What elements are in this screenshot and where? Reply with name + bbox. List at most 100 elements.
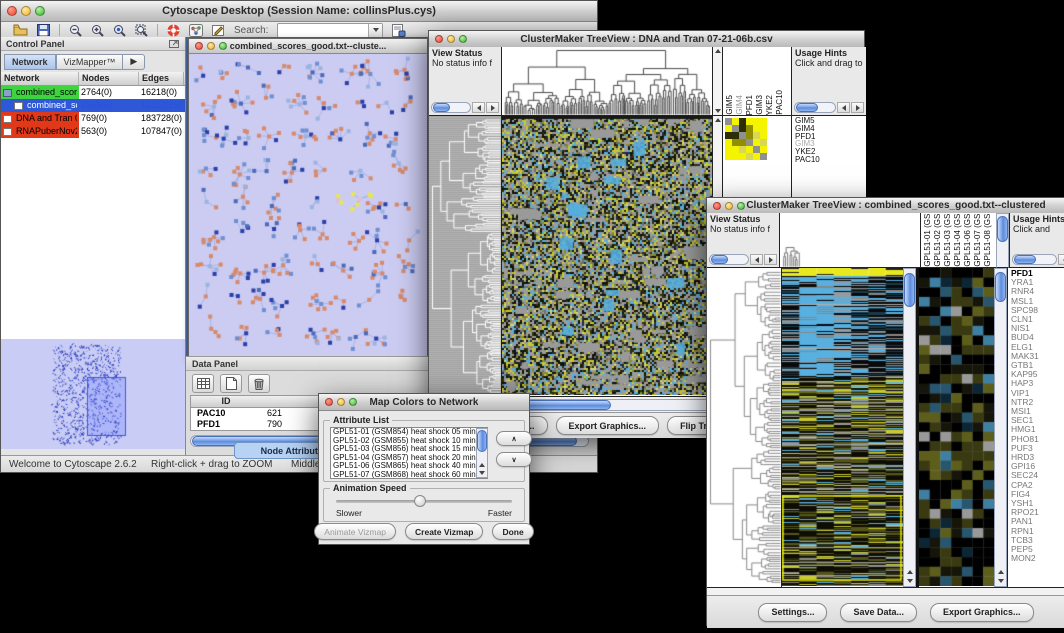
attribute-list-scrollbar[interactable] <box>476 428 488 478</box>
usage-hints-scrollbar[interactable] <box>794 102 864 113</box>
advanced-search-icon[interactable] <box>392 24 406 37</box>
tv2-labels-scrollbar[interactable] <box>996 213 1009 268</box>
network-row[interactable]: combined_sco 2569(6) 13112(15) <box>1 99 185 112</box>
treeview-button[interactable]: Save Data... <box>840 603 917 622</box>
search-dropdown[interactable] <box>368 24 382 37</box>
new-document-icon[interactable] <box>220 374 242 393</box>
network-file-icon <box>14 102 23 110</box>
scrollbar-thumb[interactable] <box>995 272 1006 302</box>
move-up-button[interactable]: ∧ <box>496 431 532 446</box>
annotation-icon[interactable] <box>212 24 225 37</box>
usage-hints-title: Usage Hints <box>795 48 863 58</box>
view-status-scrollbar[interactable] <box>431 102 499 113</box>
treeview2-titlebar[interactable]: ClusterMaker TreeView : combined_scores_… <box>707 198 1064 214</box>
tv1-row-dendrogram[interactable] <box>429 116 502 396</box>
attribute-table-icon[interactable] <box>192 374 214 393</box>
view-status-title: View Status <box>432 48 498 58</box>
close-button[interactable] <box>713 202 721 210</box>
tv2-row-dendrogram[interactable] <box>707 268 782 587</box>
tv2-column-dendrogram[interactable] <box>780 213 921 268</box>
correlation-matrix[interactable] <box>725 118 791 160</box>
treeview-button[interactable]: Export Graphics... <box>556 416 660 435</box>
treeview-button[interactable]: Settings... <box>758 603 827 622</box>
open-file-icon[interactable] <box>13 24 28 36</box>
float-panel-icon[interactable] <box>169 39 180 48</box>
tv2-heatmap-vscrollbar[interactable] <box>903 268 916 587</box>
main-titlebar[interactable]: Cytoscape Desktop (Session Name: collins… <box>1 1 597 22</box>
animation-speed-group: Animation Speed Slower Faster <box>323 488 525 522</box>
minimize-button[interactable] <box>21 6 31 16</box>
close-button[interactable] <box>435 35 443 43</box>
network-row[interactable]: combined_scores 2764(0) 16218(0) <box>1 86 185 99</box>
tv2-view-status-panel: View StatusNo status info f <box>707 213 780 268</box>
tab[interactable]: Network <box>4 54 56 70</box>
control-panel: Control Panel NetworkVizMapper™▶ Network… <box>1 37 186 456</box>
scrollbar-thumb[interactable] <box>904 273 915 307</box>
overview-canvas[interactable] <box>1 339 185 449</box>
dialog-titlebar[interactable]: Map Colors to Network <box>319 394 529 411</box>
zoom-selected-icon[interactable] <box>113 24 126 37</box>
minimize-button[interactable] <box>337 398 345 406</box>
attribute-list[interactable]: GPL51-01 (GSM854) heat shock 05 minGPL51… <box>330 427 488 479</box>
zoom-button[interactable] <box>459 35 467 43</box>
treeview1-titlebar[interactable]: ClusterMaker TreeView : DNA and Tran 07-… <box>429 31 864 48</box>
map-colors-icon[interactable] <box>189 24 203 37</box>
slider-thumb[interactable] <box>414 495 426 507</box>
minimize-button[interactable] <box>207 42 215 50</box>
tv1-column-dendrogram[interactable] <box>502 47 713 116</box>
column-label: GPL51-03 (GSM856) <box>943 213 953 267</box>
close-button[interactable] <box>325 398 333 406</box>
network-view-1-title: combined_scores_good.txt--cluste... <box>230 41 387 51</box>
tv1-column-scroll-strip[interactable] <box>713 47 723 116</box>
zoom-button[interactable] <box>737 202 745 210</box>
network-table-header[interactable]: Network Nodes Edges <box>1 72 185 86</box>
search-input[interactable] <box>277 23 383 38</box>
network-row[interactable]: DNA and Tran 07 769(0) 183728(0) <box>1 112 185 125</box>
dialog-button[interactable]: Done <box>492 523 533 540</box>
close-button[interactable] <box>195 42 203 50</box>
network-row[interactable]: RNAPuberNov2+ 563(0) 107847(0) <box>1 125 185 138</box>
scrollbar-thumb[interactable] <box>997 216 1008 242</box>
tv1-view-status-panel: View StatusNo status info f <box>429 47 502 116</box>
animation-speed-slider[interactable] <box>336 500 512 503</box>
tab[interactable]: ▶ <box>123 54 145 70</box>
tv2-zoom-vscrollbar[interactable] <box>994 268 1007 587</box>
network-view-1-titlebar[interactable]: combined_scores_good.txt--cluste... <box>189 39 427 54</box>
trash-icon[interactable] <box>248 374 270 393</box>
zoom-button[interactable] <box>35 6 45 16</box>
gene-label[interactable]: PAC10 <box>795 156 866 164</box>
treeview1-title: ClusterMaker TreeView : DNA and Tran 07-… <box>520 34 772 45</box>
faster-label: Faster <box>488 508 512 518</box>
zoom-in-icon[interactable] <box>91 24 104 37</box>
network-file-icon <box>3 115 12 123</box>
zoom-button[interactable] <box>219 42 227 50</box>
minimize-button[interactable] <box>447 35 455 43</box>
dialog-button[interactable]: Create Vizmap <box>405 523 483 540</box>
tab[interactable]: VizMapper™ <box>56 54 124 70</box>
tv2-zoom-heatmap[interactable] <box>919 268 994 587</box>
control-panel-header: Control Panel <box>1 37 185 51</box>
column-label: GPL51-07 (GSM868) <box>973 213 983 267</box>
tv2-heatmap[interactable] <box>782 268 903 587</box>
view-status-scrollbar[interactable] <box>709 254 777 265</box>
save-icon[interactable] <box>37 24 50 36</box>
treeview-button[interactable]: Export Graphics... <box>930 603 1034 622</box>
network-view-1-canvas[interactable] <box>189 54 425 358</box>
minimize-button[interactable] <box>725 202 733 210</box>
network-overview-panel[interactable] <box>1 339 185 449</box>
zoom-button[interactable] <box>349 398 357 406</box>
tv2-usage-hints-panel: Usage HintsClick and <box>1009 213 1064 268</box>
usage-hints-text: Click and <box>1013 224 1050 234</box>
gene-label[interactable]: MON2 <box>1011 554 1064 563</box>
dialog-button[interactable]: Animate Vizmap <box>314 523 396 540</box>
move-down-button[interactable]: ∨ <box>496 452 532 467</box>
control-panel-title: Control Panel <box>6 39 65 49</box>
usage-hints-scrollbar[interactable] <box>1012 254 1064 265</box>
tv1-heatmap[interactable] <box>502 116 713 396</box>
attribute-item[interactable]: GPL51-07 (GSM868) heat shock 60 min <box>333 471 487 479</box>
help-lifesaver-icon[interactable] <box>167 24 180 37</box>
scrollbar-thumb[interactable] <box>477 430 487 452</box>
zoom-out-icon[interactable] <box>69 24 82 37</box>
close-button[interactable] <box>7 6 17 16</box>
zoom-fit-icon[interactable] <box>135 24 148 37</box>
